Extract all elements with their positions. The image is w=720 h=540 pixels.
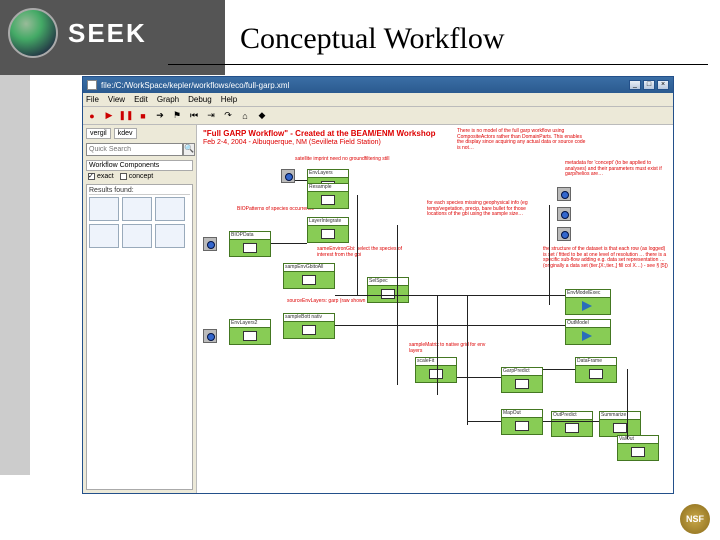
flag-icon[interactable]: ⚑ xyxy=(171,110,183,122)
menu-graph[interactable]: Graph xyxy=(157,95,179,104)
search-input[interactable] xyxy=(86,143,183,156)
canvas-title: "Full GARP Workflow" - Created at the BE… xyxy=(203,129,436,138)
app-window: file:/C:/WorkSpace/kepler/workflows/eco/… xyxy=(82,76,674,494)
result-thumb[interactable] xyxy=(122,224,152,248)
note-species: for each species missing geophysical inf… xyxy=(427,201,537,218)
diamond-icon[interactable]: ◆ xyxy=(256,110,268,122)
record-icon[interactable]: ● xyxy=(86,110,98,122)
param-node[interactable] xyxy=(557,207,571,221)
param-node[interactable] xyxy=(203,237,217,251)
wire xyxy=(335,295,565,296)
actor-garppredict[interactable]: GarpPredict xyxy=(501,367,543,393)
check-icon xyxy=(120,173,127,180)
slide-title: Conceptual Workflow xyxy=(240,22,504,56)
results-header: Results found: xyxy=(89,187,190,195)
actor-summarize[interactable]: Summarize xyxy=(599,411,641,437)
close-button[interactable]: × xyxy=(657,80,669,90)
actor-outpredict[interactable]: OutPredict xyxy=(551,411,593,437)
home-icon[interactable]: ⌂ xyxy=(239,110,251,122)
wire xyxy=(627,369,628,439)
actor-envlayers2[interactable]: EnvLayers2 xyxy=(229,319,271,345)
wire xyxy=(543,369,575,370)
play-icon[interactable]: ▶ xyxy=(103,110,115,122)
minimize-button[interactable]: _ xyxy=(629,80,641,90)
wire xyxy=(467,295,468,425)
menu-edit[interactable]: Edit xyxy=(134,95,148,104)
document-icon xyxy=(87,80,97,90)
partner-logo xyxy=(614,509,674,529)
note-samplematrix: sampleMatrix to native grid for env laye… xyxy=(409,343,499,354)
search-button[interactable]: 🔍 xyxy=(183,143,195,156)
wire xyxy=(357,195,358,295)
skip-icon[interactable]: ⇥ xyxy=(205,110,217,122)
note-metadata: metadata for 'concept' (to be applied to… xyxy=(565,161,665,178)
maximize-button[interactable]: □ xyxy=(643,80,655,90)
note-satellite: satellite imprint need no groundfilterin… xyxy=(295,157,405,163)
note-sameenv: sameEnvironGbi: select the species of in… xyxy=(317,247,417,258)
wire xyxy=(457,377,501,378)
canvas-subtitle: Feb 2-4, 2004 - Albuquerque, NM (Seville… xyxy=(203,139,381,146)
result-thumb[interactable] xyxy=(122,197,152,221)
side-accent xyxy=(0,75,30,475)
wire xyxy=(295,180,307,181)
actor-sampenv[interactable]: sampEnvGbitoAll xyxy=(283,263,335,289)
actor-valout[interactable]: ValOut xyxy=(617,435,659,461)
step-back-icon[interactable]: ⏮ xyxy=(188,110,200,122)
check-icon xyxy=(88,173,95,180)
actor-mapout[interactable]: MapOut xyxy=(501,409,543,435)
components-pane-header[interactable]: Workflow Components xyxy=(86,160,193,171)
logo-text: SEEK xyxy=(68,18,147,49)
note-overview: There is no model of the full garp workf… xyxy=(457,129,587,151)
actor-layerint[interactable]: LayerIntegrate xyxy=(307,217,349,243)
actor-resample[interactable]: Resample xyxy=(307,183,349,209)
result-thumb[interactable] xyxy=(155,197,185,221)
title-underline xyxy=(168,64,708,65)
wire xyxy=(397,225,398,385)
toolbar: ● ▶ ❚❚ ■ ➔ ⚑ ⏮ ⇥ ↷ ⌂ ◆ xyxy=(83,107,673,125)
arrow-right-icon[interactable]: ➔ xyxy=(154,110,166,122)
result-thumb[interactable] xyxy=(155,224,185,248)
actor-envmodel[interactable]: EnvModelExec xyxy=(565,289,611,315)
tab-kdev[interactable]: kdev xyxy=(114,128,137,139)
wire xyxy=(543,421,599,422)
stop-icon[interactable]: ■ xyxy=(137,110,149,122)
window-title: file:/C:/WorkSpace/kepler/workflows/eco/… xyxy=(101,81,289,90)
actor-outmodel[interactable]: OutModel xyxy=(565,319,611,345)
wire xyxy=(271,243,307,244)
note-structure: the structure of the dataset is that eac… xyxy=(543,247,669,269)
checkbox-exact[interactable]: exact xyxy=(88,173,114,180)
actor-samplematrix[interactable]: scaleFit xyxy=(415,357,457,383)
menu-bar: File View Edit Graph Debug Help xyxy=(83,93,673,107)
pause-icon[interactable]: ❚❚ xyxy=(120,110,132,122)
tab-vergil[interactable]: vergil xyxy=(86,128,111,139)
results-pane: Results found: xyxy=(86,184,193,490)
footer-logos: NSF xyxy=(614,504,710,534)
result-thumb[interactable] xyxy=(89,224,119,248)
step-over-icon[interactable]: ↷ xyxy=(222,110,234,122)
menu-file[interactable]: File xyxy=(86,95,99,104)
param-node[interactable] xyxy=(557,227,571,241)
window-titlebar[interactable]: file:/C:/WorkSpace/kepler/workflows/eco/… xyxy=(83,77,673,93)
wire xyxy=(549,205,550,305)
wire xyxy=(335,325,565,326)
seek-logo: SEEK xyxy=(8,8,147,58)
actor-dataframe[interactable]: DataFrame xyxy=(575,357,617,383)
menu-debug[interactable]: Debug xyxy=(188,95,212,104)
actor-biop[interactable]: BIOPData xyxy=(229,231,271,257)
workflow-canvas[interactable]: "Full GARP Workflow" - Created at the BE… xyxy=(197,125,673,493)
menu-help[interactable]: Help xyxy=(221,95,237,104)
checkbox-concept[interactable]: concept xyxy=(120,173,154,180)
sidebar: vergil kdev 🔍 Workflow Components exact … xyxy=(83,125,197,493)
param-node[interactable] xyxy=(557,187,571,201)
actor-selspec[interactable]: SelSpec xyxy=(367,277,409,303)
wire xyxy=(467,421,501,422)
menu-view[interactable]: View xyxy=(108,95,125,104)
result-thumb[interactable] xyxy=(89,197,119,221)
actor-samplebott[interactable]: sampleBott nativ xyxy=(283,313,335,339)
globe-icon xyxy=(8,8,58,58)
param-node[interactable] xyxy=(281,169,295,183)
wire xyxy=(437,295,438,395)
nsf-logo: NSF xyxy=(680,504,710,534)
param-node[interactable] xyxy=(203,329,217,343)
